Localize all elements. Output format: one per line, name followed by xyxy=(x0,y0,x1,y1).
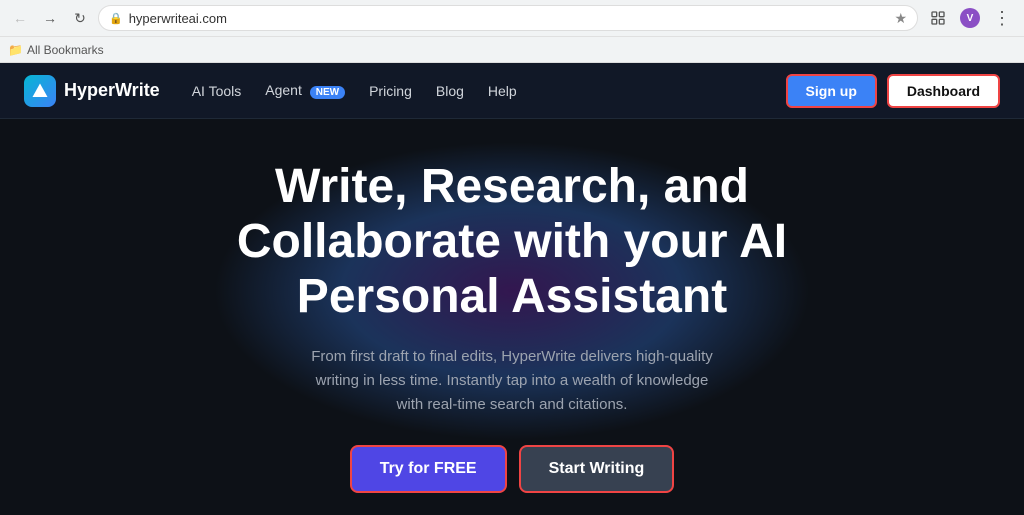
folder-icon: 📁 xyxy=(8,43,23,57)
url-input[interactable] xyxy=(129,11,889,26)
browser-chrome: ← → ↻ 🔒 ★ V ⋮ 📁 All Bookmarks xyxy=(0,0,1024,63)
nav-link-help[interactable]: Help xyxy=(488,83,517,99)
page-content: HyperWrite AI Tools Agent NEW Pricing Bl… xyxy=(0,63,1024,515)
nav-link-blog[interactable]: Blog xyxy=(436,83,464,99)
address-bar: 🔒 ★ xyxy=(98,5,918,31)
star-icon[interactable]: ★ xyxy=(894,10,907,27)
nav-actions: Sign up Dashboard xyxy=(786,74,1000,108)
more-button[interactable]: ⋮ xyxy=(988,4,1016,32)
try-free-button[interactable]: Try for FREE xyxy=(350,445,507,493)
lock-icon: 🔒 xyxy=(109,12,123,25)
nav-link-pricing[interactable]: Pricing xyxy=(369,83,412,99)
reload-button[interactable]: ↻ xyxy=(68,6,92,30)
hero-section: Write, Research, and Collaborate with yo… xyxy=(0,119,1024,515)
forward-button[interactable]: → xyxy=(38,6,62,30)
signup-button[interactable]: Sign up xyxy=(786,74,877,108)
dashboard-button[interactable]: Dashboard xyxy=(887,74,1000,108)
bookmarks-label: All Bookmarks xyxy=(27,43,104,57)
nav-link-ai-tools[interactable]: AI Tools xyxy=(192,83,242,99)
nav-links: AI Tools Agent NEW Pricing Blog Help xyxy=(192,82,786,99)
browser-actions: V ⋮ xyxy=(924,4,1016,32)
bookmarks-bar: 📁 All Bookmarks xyxy=(0,36,1024,62)
profile-initial: V xyxy=(967,13,974,24)
new-badge: NEW xyxy=(310,86,345,99)
nav-link-agent[interactable]: Agent NEW xyxy=(265,82,345,99)
logo-text: HyperWrite xyxy=(64,80,160,101)
browser-toolbar: ← → ↻ 🔒 ★ V ⋮ xyxy=(0,0,1024,36)
nav-logo[interactable]: HyperWrite xyxy=(24,75,160,107)
profile-icon-btn[interactable]: V xyxy=(956,4,984,32)
hero-title: Write, Research, and Collaborate with yo… xyxy=(192,159,832,325)
hero-buttons: Try for FREE Start Writing xyxy=(350,445,675,493)
logo-icon xyxy=(24,75,56,107)
extensions-button[interactable] xyxy=(924,4,952,32)
hero-subtitle: From first draft to final edits, HyperWr… xyxy=(302,345,722,417)
main-nav: HyperWrite AI Tools Agent NEW Pricing Bl… xyxy=(0,63,1024,119)
back-button[interactable]: ← xyxy=(8,6,32,30)
start-writing-button[interactable]: Start Writing xyxy=(519,445,675,493)
